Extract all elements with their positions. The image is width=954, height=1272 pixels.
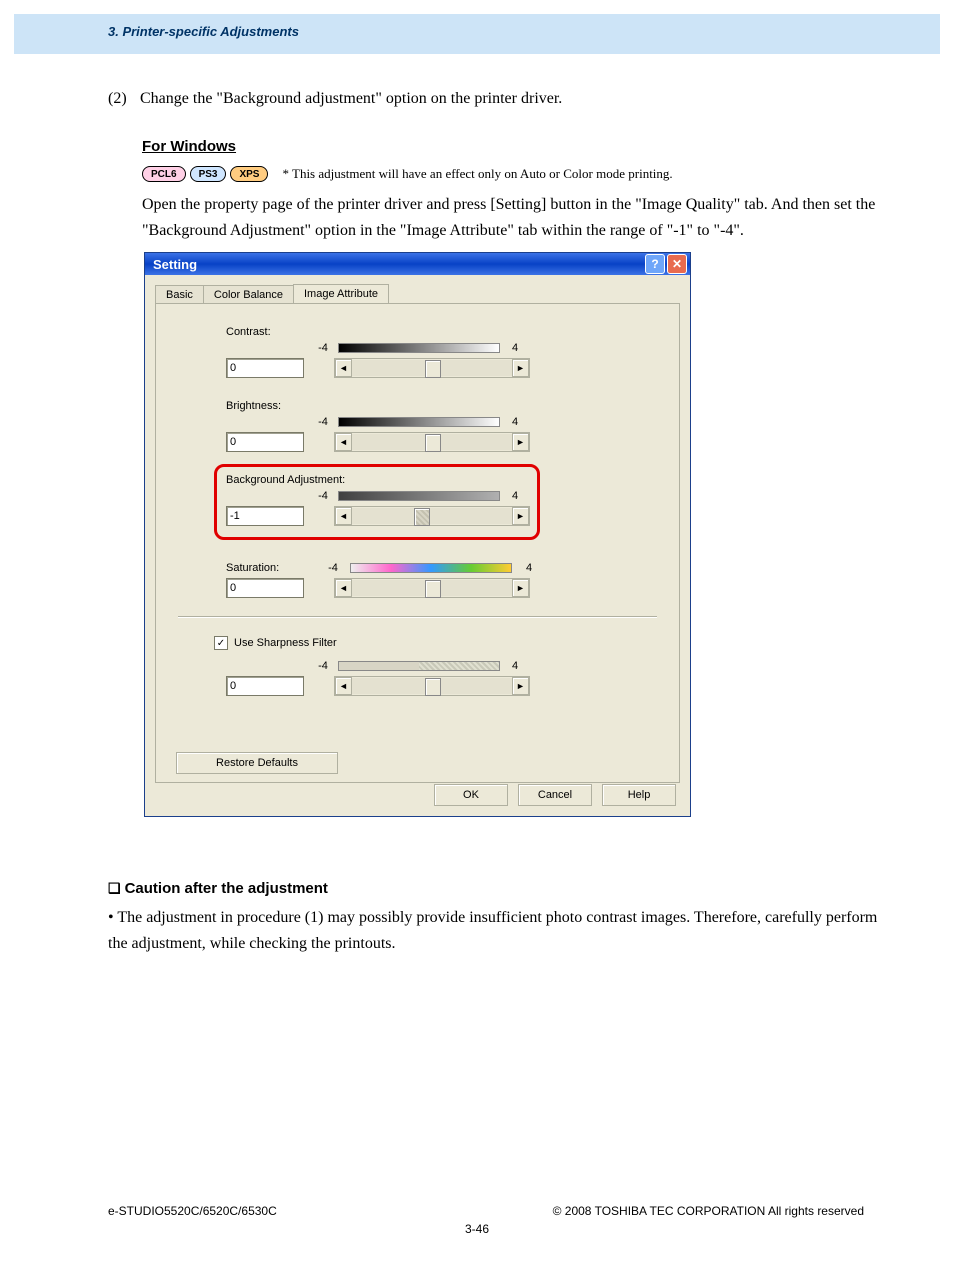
- scale-min: -4: [316, 342, 330, 354]
- left-arrow-icon[interactable]: ◄: [335, 677, 352, 695]
- sharpness-label: Use Sharpness Filter: [234, 637, 337, 649]
- brightness-label: Brightness:: [226, 400, 606, 412]
- document-page: 3. Printer-specific Adjustments (2) Chan…: [0, 0, 954, 1272]
- background-value-input[interactable]: -1: [226, 506, 304, 526]
- right-arrow-icon[interactable]: ►: [512, 507, 529, 525]
- badges-row: PCL6 PS3 XPS * This adjustment will have…: [142, 166, 673, 182]
- right-arrow-icon[interactable]: ►: [512, 677, 529, 695]
- scale-min: -4: [316, 660, 330, 672]
- help-button[interactable]: Help: [602, 784, 676, 806]
- saturation-slider[interactable]: ◄ ►: [334, 578, 530, 598]
- brightness-group: Brightness: -4 4 0 ◄ ►: [226, 400, 606, 452]
- caution-body: • The adjustment in procedure (1) may po…: [108, 905, 878, 956]
- right-arrow-icon[interactable]: ►: [512, 433, 529, 451]
- footer-page-number: 3-46: [0, 1222, 954, 1236]
- scale-min: -4: [326, 562, 340, 574]
- tab-strip: Basic Color Balance Image Attribute: [145, 275, 690, 303]
- footer-model: e-STUDIO5520C/6520C/6530C: [108, 1204, 277, 1218]
- step-number: (2): [108, 86, 136, 112]
- saturation-gradient-icon: [350, 563, 512, 573]
- tab-image-attribute[interactable]: Image Attribute: [293, 284, 389, 304]
- footer-copyright: © 2008 TOSHIBA TEC CORPORATION All right…: [553, 1204, 864, 1218]
- sharpness-slider[interactable]: ◄ ►: [334, 676, 530, 696]
- section-title: 3. Printer-specific Adjustments: [108, 24, 299, 39]
- right-arrow-icon[interactable]: ►: [512, 359, 529, 377]
- for-windows-heading: For Windows: [142, 138, 236, 155]
- setting-dialog: Setting ? ✕ Basic Color Balance Image At…: [144, 252, 691, 817]
- sharpness-checkbox[interactable]: ✓: [214, 636, 228, 650]
- scale-max: 4: [508, 342, 522, 354]
- badge-xps: XPS: [230, 166, 268, 182]
- step-2: (2) Change the "Background adjustment" o…: [108, 86, 868, 112]
- saturation-group: Saturation: -4 4 0 ◄ ►: [226, 562, 606, 598]
- restore-defaults-button[interactable]: Restore Defaults: [176, 752, 338, 774]
- sharpness-value-input[interactable]: 0: [226, 676, 304, 696]
- sharpness-checkbox-row: ✓ Use Sharpness Filter: [214, 636, 337, 650]
- cancel-button[interactable]: Cancel: [518, 784, 592, 806]
- close-icon[interactable]: ✕: [667, 254, 687, 274]
- scale-min: -4: [316, 416, 330, 428]
- left-arrow-icon[interactable]: ◄: [335, 507, 352, 525]
- saturation-value-input[interactable]: 0: [226, 578, 304, 598]
- sharpness-group: -4 4 0 ◄ ►: [226, 660, 606, 696]
- contrast-gradient-icon: [338, 343, 500, 353]
- scale-max: 4: [522, 562, 536, 574]
- step-text: Change the "Background adjustment" optio…: [140, 90, 562, 107]
- brightness-slider[interactable]: ◄ ►: [334, 432, 530, 452]
- background-slider[interactable]: ◄ ►: [334, 506, 530, 526]
- left-arrow-icon[interactable]: ◄: [335, 579, 352, 597]
- slider-thumb[interactable]: [425, 678, 441, 696]
- contrast-label: Contrast:: [226, 326, 606, 338]
- sharpness-gradient-icon: [338, 661, 500, 671]
- background-gradient-icon: [338, 491, 500, 501]
- dialog-button-row: OK Cancel Help: [434, 784, 676, 806]
- slider-thumb[interactable]: [425, 360, 441, 378]
- slider-thumb[interactable]: [425, 580, 441, 598]
- badge-pcl6: PCL6: [142, 166, 186, 182]
- right-arrow-icon[interactable]: ►: [512, 579, 529, 597]
- square-bullet-icon: ❏: [108, 880, 121, 896]
- slider-thumb[interactable]: [414, 508, 430, 526]
- brightness-gradient-icon: [338, 417, 500, 427]
- scale-max: 4: [508, 660, 522, 672]
- scale-max: 4: [508, 416, 522, 428]
- help-icon[interactable]: ?: [645, 254, 665, 274]
- badge-ps3: PS3: [190, 166, 227, 182]
- tab-color-balance[interactable]: Color Balance: [203, 285, 294, 305]
- left-arrow-icon[interactable]: ◄: [335, 433, 352, 451]
- contrast-slider[interactable]: ◄ ►: [334, 358, 530, 378]
- background-label: Background Adjustment:: [226, 474, 606, 486]
- ok-button[interactable]: OK: [434, 784, 508, 806]
- caution-heading: ❏Caution after the adjustment: [108, 880, 328, 897]
- badge-note: * This adjustment will have an effect on…: [282, 166, 672, 182]
- contrast-group: Contrast: -4 4 0 ◄ ►: [226, 326, 606, 378]
- contrast-value-input[interactable]: 0: [226, 358, 304, 378]
- instruction-paragraph: Open the property page of the printer dr…: [142, 192, 882, 243]
- divider: [178, 616, 657, 617]
- slider-thumb[interactable]: [425, 434, 441, 452]
- background-adjustment-group: Background Adjustment: -4 4 -1 ◄ ►: [226, 474, 606, 526]
- left-arrow-icon[interactable]: ◄: [335, 359, 352, 377]
- saturation-label: Saturation:: [226, 562, 316, 574]
- titlebar: Setting ? ✕: [145, 253, 690, 275]
- dialog-title: Setting: [153, 257, 643, 272]
- brightness-value-input[interactable]: 0: [226, 432, 304, 452]
- scale-max: 4: [508, 490, 522, 502]
- tab-basic[interactable]: Basic: [155, 285, 204, 305]
- scale-min: -4: [316, 490, 330, 502]
- tab-panel: Contrast: -4 4 0 ◄ ► Br: [155, 303, 680, 783]
